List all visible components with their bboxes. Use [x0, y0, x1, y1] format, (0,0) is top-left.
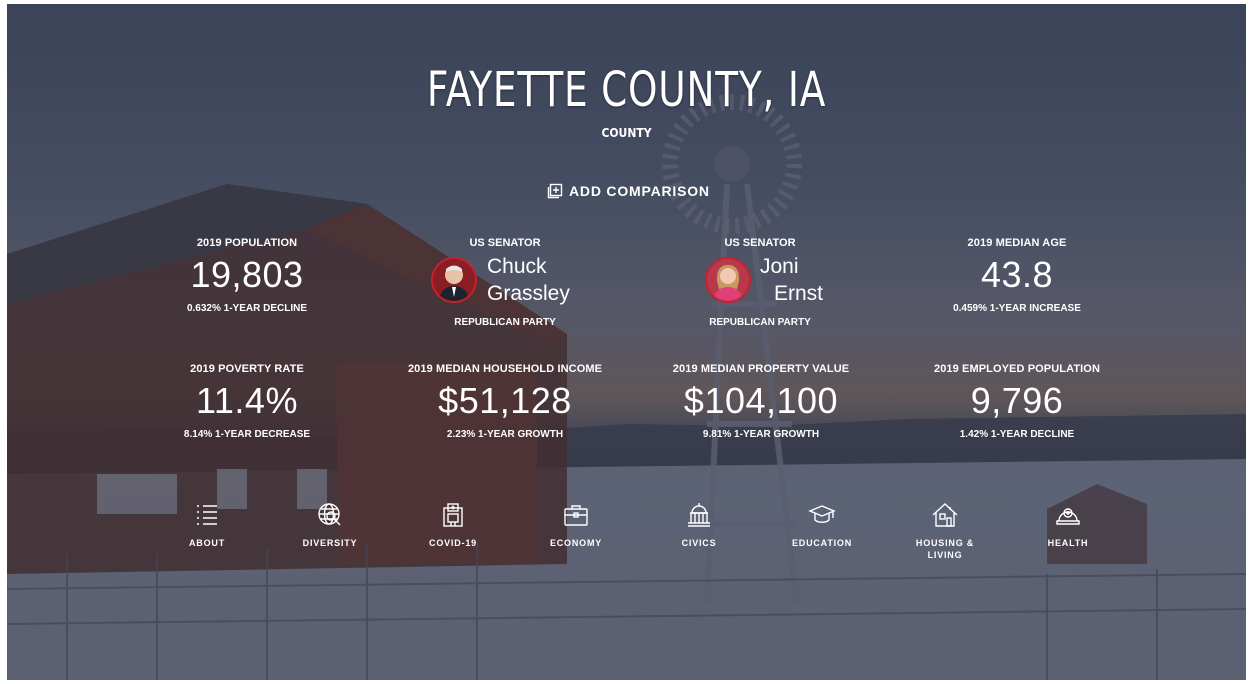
stat-value: 19,803: [190, 254, 304, 295]
nav-item-diversity[interactable]: DIVERSITY: [270, 501, 390, 549]
senator-party: REPUBLICAN PARTY: [709, 317, 811, 328]
page-subtitle: COUNTY: [601, 126, 652, 140]
hospital-icon: [439, 501, 467, 529]
graduation-cap-icon: [808, 501, 836, 529]
nav-item-about[interactable]: ABOUT: [147, 501, 267, 549]
nav-label: DIVERSITY: [302, 538, 358, 548]
stat-change: 2.23% 1-YEAR GROWTH: [446, 429, 564, 440]
stat-label: 2019 MEDIAN PROPERTY VALUE: [672, 363, 850, 375]
senator-label: US SENATOR: [724, 237, 796, 249]
globe-search-icon: [316, 501, 344, 529]
add-square-icon: [547, 183, 563, 199]
stat-change: 8.14% 1-YEAR DECREASE: [183, 429, 311, 440]
nav-label: ECONOMY: [549, 538, 603, 548]
stat-median-household-income: 2019 MEDIAN HOUSEHOLD INCOME $51,128 2.2…: [385, 363, 625, 440]
stat-label: 2019 POVERTY RATE: [190, 363, 304, 375]
nav-item-covid-19[interactable]: COVID-19: [393, 501, 513, 549]
nav-label: HOUSING & LIVING: [915, 538, 975, 560]
stat-change: 0.632% 1-YEAR DECLINE: [186, 303, 308, 314]
add-comparison-label: ADD COMPARISON: [569, 183, 710, 199]
avatar: [705, 257, 751, 303]
senator-party: REPUBLICAN PARTY: [454, 317, 556, 328]
stat-value: $104,100: [683, 380, 839, 421]
senator-name: Joni Ernst: [760, 253, 823, 307]
nav-item-health[interactable]: HEALTH: [1008, 501, 1128, 549]
senator-last-name: Grassley: [487, 282, 570, 305]
stat-label: 2019 POPULATION: [196, 237, 298, 249]
senator-last-name: Ernst: [774, 282, 824, 305]
stat-value: $51,128: [438, 380, 572, 421]
stat-change: 1.42% 1-YEAR DECLINE: [959, 429, 1075, 440]
senator-name: Chuck Grassley: [487, 253, 570, 307]
stat-label: 2019 MEDIAN AGE: [967, 237, 1067, 249]
stat-change: 9.81% 1-YEAR GROWTH: [702, 429, 820, 440]
helmet-icon: [1054, 501, 1082, 529]
house-icon: [931, 501, 959, 529]
stat-employed-population: 2019 EMPLOYED POPULATION 9,796 1.42% 1-Y…: [897, 363, 1137, 440]
nav-label: EDUCATION: [791, 538, 853, 548]
hero-banner: FAYETTE COUNTY, IA COUNTY ADD COMPARISON…: [7, 4, 1246, 680]
stat-median-age: 2019 MEDIAN AGE 43.8 0.459% 1-YEAR INCRE…: [897, 237, 1137, 314]
add-comparison-button[interactable]: ADD COMPARISON: [547, 180, 727, 202]
stat-change: 0.459% 1-YEAR INCREASE: [953, 303, 1081, 314]
nav-item-housing-living[interactable]: HOUSING & LIVING: [885, 501, 1005, 561]
nav-item-economy[interactable]: ECONOMY: [516, 501, 636, 549]
list-icon: [193, 501, 221, 529]
nav-item-civics[interactable]: CIVICS: [639, 501, 759, 549]
nav-label: ABOUT: [189, 538, 225, 548]
nav-label: HEALTH: [1047, 538, 1089, 548]
senator-first-name: Chuck: [487, 255, 547, 278]
capitol-icon: [685, 501, 713, 529]
stat-population: 2019 POPULATION 19,803 0.632% 1-YEAR DEC…: [127, 237, 367, 314]
nav-item-education[interactable]: EDUCATION: [762, 501, 882, 549]
briefcase-icon: [562, 501, 590, 529]
stat-value: 43.8: [980, 254, 1054, 295]
stat-value: 9,796: [970, 380, 1064, 421]
senator-first-name: Joni: [760, 255, 799, 278]
avatar: [431, 257, 477, 303]
senator-label: US SENATOR: [469, 237, 541, 249]
stat-poverty-rate: 2019 POVERTY RATE 11.4% 8.14% 1-YEAR DEC…: [127, 363, 367, 440]
nav-label: CIVICS: [681, 538, 717, 548]
stat-label: 2019 MEDIAN HOUSEHOLD INCOME: [407, 363, 603, 375]
stat-label: 2019 EMPLOYED POPULATION: [933, 363, 1100, 375]
section-nav: ABOUT DIVERSITY COVID-19 ECONOMY CIVICS: [147, 501, 1127, 571]
page-title: FAYETTE COUNTY, IA: [426, 62, 827, 118]
stat-value: 11.4%: [196, 380, 298, 421]
stat-median-property-value: 2019 MEDIAN PROPERTY VALUE $104,100 9.81…: [641, 363, 881, 440]
nav-label: COVID-19: [429, 538, 477, 548]
